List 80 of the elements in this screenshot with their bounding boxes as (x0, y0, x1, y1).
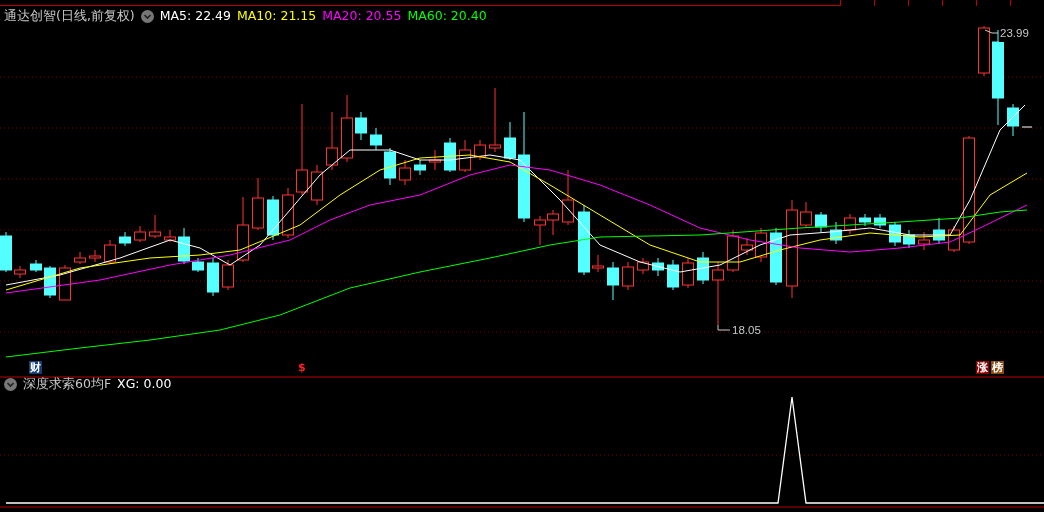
candlestick (682, 257, 694, 289)
candlestick (741, 237, 753, 256)
dropdown-icon[interactable] (140, 9, 154, 23)
candlestick (429, 149, 441, 171)
candlestick (192, 257, 204, 273)
marker-tag[interactable]: 榜 (991, 361, 1004, 374)
candlestick (592, 254, 604, 273)
candlestick (399, 159, 411, 186)
candlestick (30, 259, 42, 273)
candlestick (311, 164, 323, 206)
candlestick (474, 139, 486, 161)
marker-tag[interactable]: $ (297, 361, 307, 374)
indicator-value: MA10: 21.15 (237, 8, 317, 24)
panel-title: 深度求索60均F (23, 376, 112, 392)
candlestick (267, 195, 279, 241)
candlestick (918, 231, 930, 251)
candlestick (326, 111, 338, 171)
candlestick (44, 265, 56, 299)
candlestick (889, 221, 901, 247)
candlestick (534, 215, 546, 246)
candlestick (978, 25, 990, 77)
candlestick (149, 214, 161, 239)
candlestick (164, 229, 176, 243)
candlestick (384, 147, 396, 186)
candlestick (89, 249, 101, 263)
candlestick (282, 187, 294, 239)
candlestick (578, 204, 590, 276)
indicator-value: MA5: 22.49 (159, 8, 231, 24)
indicator-value: MA20: 20.55 (322, 8, 402, 24)
panel-title: 通达创智(日线,前复权) (4, 8, 135, 24)
candlestick (800, 201, 812, 229)
candlestick (178, 227, 190, 265)
marker-tag[interactable]: 财 (29, 361, 42, 374)
candlestick (222, 259, 234, 291)
candlestick (933, 217, 945, 245)
candlestick (948, 225, 960, 253)
candlestick (134, 225, 146, 243)
candlestick (874, 213, 886, 229)
candlestick (341, 94, 353, 163)
candlestick (667, 259, 679, 291)
candlestick (237, 196, 249, 263)
candlestick (637, 257, 649, 275)
candlestick (74, 251, 86, 265)
indicator-value: MA60: 20.40 (407, 8, 487, 24)
candlestick (14, 265, 26, 279)
candlestick (607, 261, 619, 301)
price-tick (1021, 126, 1033, 128)
candlestick (355, 111, 367, 141)
candlestick (459, 139, 471, 173)
leader-line (984, 29, 999, 34)
candlestick (903, 229, 915, 249)
candlestick (652, 257, 664, 277)
leader-line (717, 324, 731, 331)
candlestick (815, 211, 827, 233)
candlestick (489, 87, 501, 153)
candlestick (0, 231, 12, 273)
candlestick (697, 251, 709, 285)
candlestick (830, 221, 842, 245)
dropdown-icon[interactable] (4, 377, 17, 391)
candlestick (104, 239, 116, 265)
candlestick (252, 177, 264, 231)
marker-tag[interactable]: 涨 (976, 361, 989, 374)
candlestick (414, 159, 426, 176)
candlestick (844, 213, 856, 235)
candlestick (207, 257, 219, 297)
candlestick (562, 169, 574, 226)
candlestick (770, 227, 782, 286)
candlestick (547, 209, 559, 236)
candlestick (727, 229, 739, 273)
candlestick (370, 127, 382, 151)
candlestick (504, 121, 516, 161)
candlestick (59, 264, 71, 301)
candlestick (622, 261, 634, 291)
candlestick (444, 137, 456, 173)
candlestick (859, 213, 871, 227)
candlestick (1007, 103, 1019, 137)
candlestick (119, 231, 131, 247)
candlestick (755, 227, 767, 263)
candlestick (712, 261, 724, 326)
indicator-value: XG: 0.00 (117, 376, 172, 392)
